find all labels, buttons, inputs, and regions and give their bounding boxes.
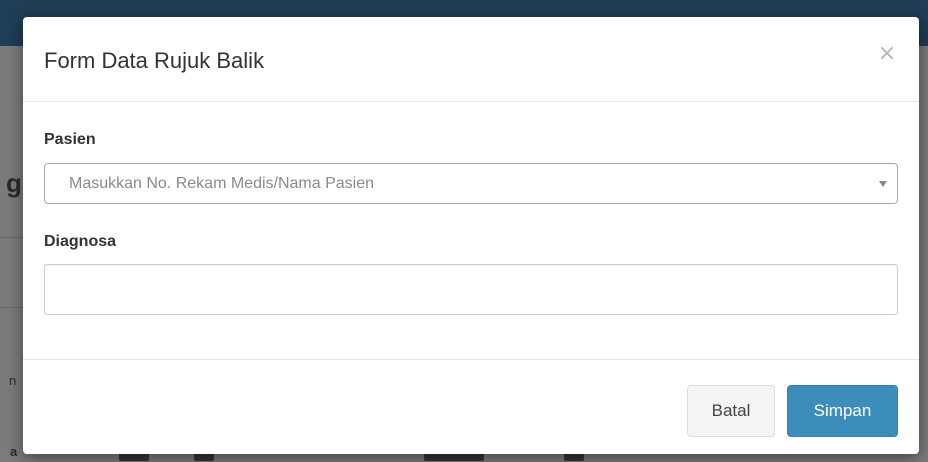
cancel-button[interactable]: Batal bbox=[687, 385, 775, 437]
backdrop-table-header bbox=[24, 451, 904, 462]
backdrop-divider bbox=[0, 237, 24, 238]
diagnosa-input[interactable] bbox=[44, 264, 898, 315]
pasien-label: Pasien bbox=[44, 131, 96, 148]
close-icon[interactable]: × bbox=[877, 43, 897, 65]
pasien-select[interactable]: Masukkan No. Rekam Medis/Nama Pasien bbox=[44, 163, 898, 204]
backdrop-heading-fragment: g bbox=[6, 168, 22, 198]
backdrop-text-fragment: n bbox=[9, 373, 17, 388]
diagnosa-label: Diagnosa bbox=[44, 233, 117, 250]
modal-header: Form Data Rujuk Balik × bbox=[23, 17, 919, 102]
backdrop-text-fragment: a bbox=[10, 444, 18, 459]
save-button[interactable]: Simpan bbox=[787, 385, 898, 437]
chevron-down-icon bbox=[879, 181, 887, 187]
backdrop-divider bbox=[0, 307, 24, 308]
modal-footer: Batal Simpan bbox=[23, 359, 919, 454]
modal-title: Form Data Rujuk Balik bbox=[44, 48, 265, 73]
pasien-select-placeholder: Masukkan No. Rekam Medis/Nama Pasien bbox=[69, 175, 375, 192]
rujuk-balik-modal: Form Data Rujuk Balik × Pasien Masukkan … bbox=[23, 17, 919, 454]
